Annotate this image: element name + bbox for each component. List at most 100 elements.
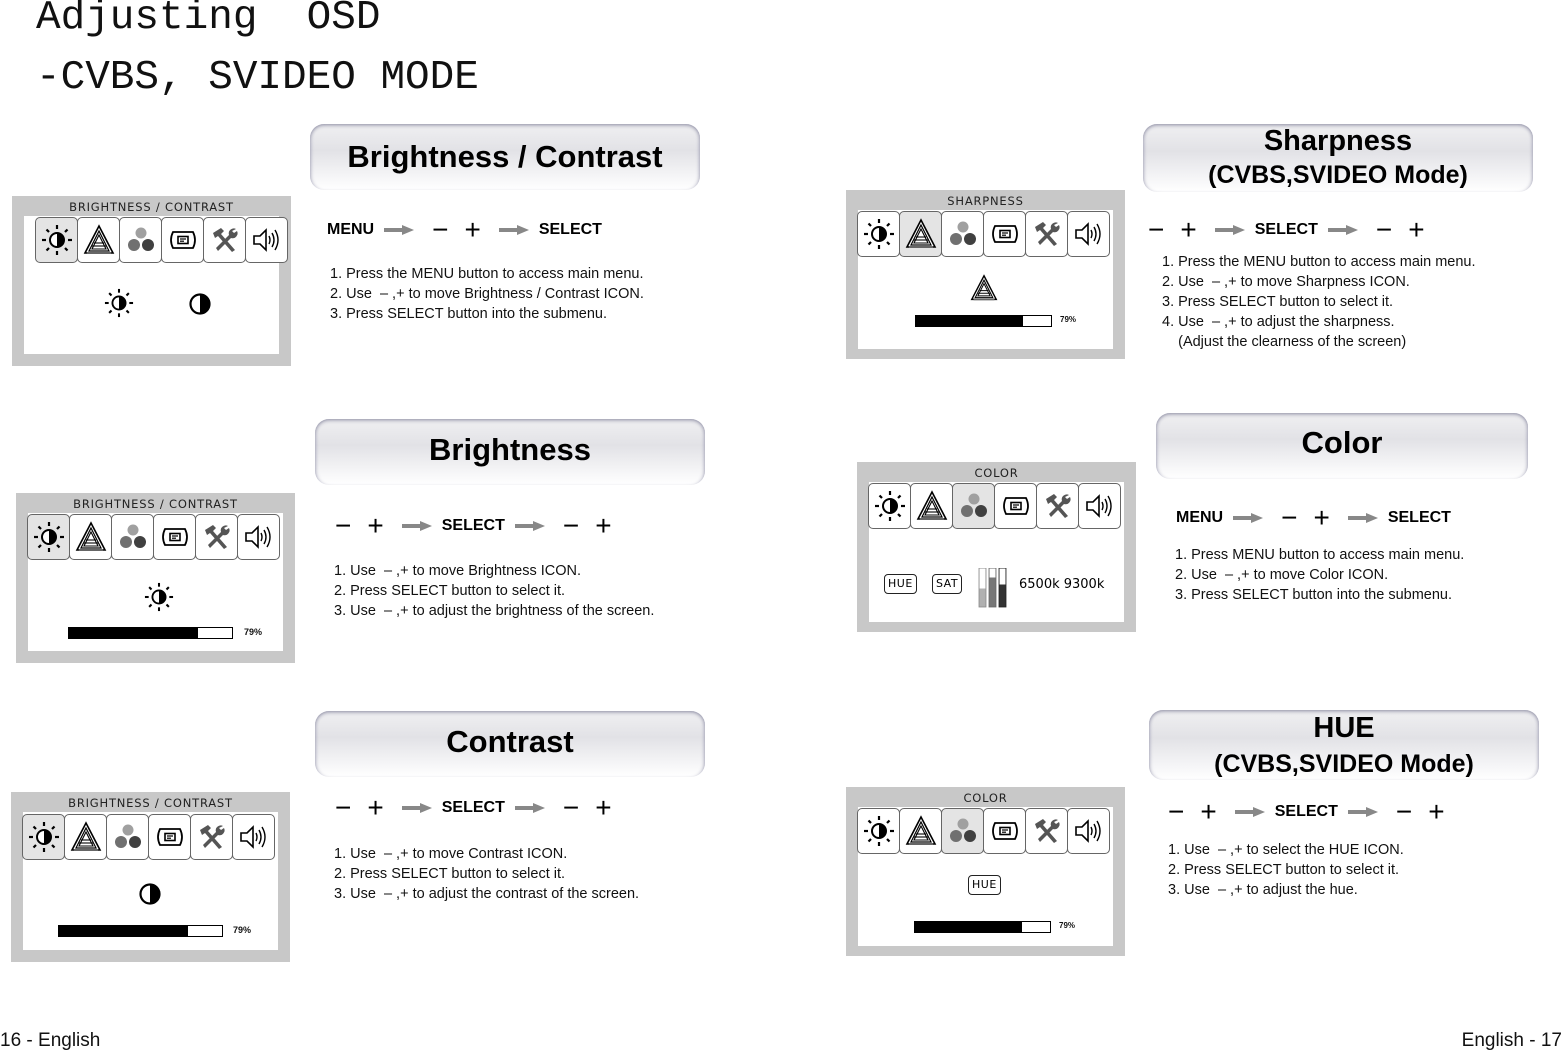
minus-button-label: − [1375, 214, 1393, 245]
osd-tab-color[interactable] [952, 483, 995, 529]
osd-tab-brightness-contrast[interactable] [35, 217, 78, 263]
plus-button-label: + [367, 510, 384, 541]
osd-tab-speaker[interactable] [232, 814, 275, 860]
sharpness-icon [905, 815, 937, 847]
osd-tab-color[interactable] [106, 814, 149, 860]
osd-tab-sharpness[interactable] [77, 217, 120, 263]
instruction-steps: 1. Use – ,+ to move Brightness ICON. 2. P… [334, 561, 654, 621]
osd-tab-tools[interactable] [195, 514, 238, 560]
osd-title: BRIGHTNESS / CONTRAST [68, 796, 233, 810]
minus-button-label: − [562, 510, 580, 541]
instruction-step: 4. Use – ,+ to adjust the sharpness. [1162, 314, 1395, 330]
tools-icon [1042, 490, 1074, 522]
osd-tab-brightness-contrast[interactable] [22, 814, 65, 860]
page-subtitle: -CVBS, SVIDEO MODE [36, 55, 479, 101]
instruction-step: 2. Press SELECT button to select it. [334, 866, 566, 882]
osd-tab-osd-position[interactable] [153, 514, 196, 560]
hue-level-bar[interactable] [914, 921, 1051, 933]
plus-button-label: + [464, 214, 481, 245]
osd-tab-brightness-contrast[interactable] [857, 808, 900, 854]
plus-button-label: + [595, 510, 612, 541]
plus-button-label: + [1313, 502, 1330, 533]
page-title: Adjusting OSD [36, 0, 381, 41]
hue-button[interactable]: HUE [884, 574, 917, 594]
button-flow: − + SELECT − + [1160, 796, 1453, 827]
osd-tab-speaker[interactable] [245, 217, 288, 263]
select-button-label: SELECT [538, 221, 602, 238]
speaker-icon [1073, 218, 1105, 250]
osd-tab-sharpness[interactable] [69, 514, 112, 560]
page-number-right: English - 17 [1461, 1030, 1562, 1051]
hue-button[interactable]: HUE [968, 875, 1001, 895]
button-flow: − + SELECT − + [327, 510, 620, 541]
osd-title: BRIGHTNESS / CONTRAST [69, 200, 234, 214]
arrow-right-icon [1233, 513, 1264, 523]
osd-tab-color[interactable] [111, 514, 154, 560]
contrast-icon [138, 882, 162, 906]
speaker-icon [1073, 815, 1105, 847]
osd-tab-tools[interactable] [203, 217, 246, 263]
osd-tab-osd-position[interactable] [161, 217, 204, 263]
osd-tab-osd-position[interactable] [148, 814, 191, 860]
arrow-right-icon [401, 521, 432, 531]
instruction-step: 1. Press the MENU button to access main … [330, 266, 644, 282]
sharpness-level-bar[interactable] [915, 315, 1052, 327]
bar-fill [59, 926, 188, 936]
color-icon [947, 815, 979, 847]
osd-tab-osd-position[interactable] [983, 808, 1026, 854]
instruction-step: 3. Press SELECT button into the submenu. [1175, 587, 1453, 603]
osd-tab-color[interactable] [941, 211, 984, 257]
instruction-step: 3. Use – ,+ to adjust the contrast of th… [334, 886, 640, 902]
instruction-steps: 1. Use – ,+ to select the HUE ICON. 2. Pr… [1168, 840, 1404, 900]
osd-tab-tools[interactable] [1025, 808, 1068, 854]
plus-button-label: + [1200, 796, 1217, 827]
osd-title: COLOR [963, 791, 1008, 805]
brightness-level-bar[interactable] [68, 627, 233, 639]
arrow-right-icon [1214, 225, 1245, 235]
plus-button-label: + [595, 792, 612, 823]
instruction-step: 1. Press the MENU button to access main … [1162, 254, 1476, 270]
arrow-right-icon [1234, 807, 1265, 817]
bar-fill [69, 628, 198, 638]
osd-tab-sharpness[interactable] [910, 483, 953, 529]
sat-button[interactable]: SAT [932, 574, 963, 594]
osd-tab-brightness-contrast[interactable] [27, 514, 70, 560]
osd-tab-tools[interactable] [1025, 211, 1068, 257]
banner-title: HUE [1313, 712, 1375, 744]
select-button-label: SELECT [1254, 221, 1318, 238]
osd-tab-speaker[interactable] [237, 514, 280, 560]
osd-tab-sharpness[interactable] [899, 211, 942, 257]
instruction-step: 1. Press MENU button to access main menu… [1175, 547, 1465, 563]
osd-position-icon [989, 815, 1021, 847]
osd-tab-brightness-contrast[interactable] [868, 483, 911, 529]
osd-color: COLOR HUE SAT 6500k 9300k [857, 462, 1136, 632]
banner-subtitle: (CVBS,SVIDEO Mode) [1214, 750, 1474, 778]
color-temperature-options[interactable]: 6500k 9300k [1019, 577, 1104, 592]
button-flow: MENU − + SELECT [327, 214, 602, 245]
osd-tab-tools[interactable] [190, 814, 233, 860]
plus-button-label: + [1408, 214, 1425, 245]
instruction-step: 3. Press SELECT button into the submenu. [330, 306, 608, 322]
contrast-level-bar[interactable] [58, 925, 223, 937]
arrow-right-icon [514, 521, 545, 531]
osd-tab-sharpness[interactable] [64, 814, 107, 860]
plus-button-label: + [1428, 796, 1445, 827]
brightness-contrast-icon [104, 288, 134, 318]
osd-tab-sharpness[interactable] [899, 808, 942, 854]
osd-tab-color[interactable] [119, 217, 162, 263]
osd-icon-row [857, 808, 1110, 854]
osd-tab-speaker[interactable] [1078, 483, 1121, 529]
osd-tab-speaker[interactable] [1067, 808, 1110, 854]
select-button-label: SELECT [441, 799, 505, 816]
osd-tab-speaker[interactable] [1067, 211, 1110, 257]
color-icon [112, 821, 144, 853]
osd-tab-tools[interactable] [1036, 483, 1079, 529]
color-icon [947, 218, 979, 250]
osd-brightness: BRIGHTNESS / CONTRAST 79% [16, 493, 295, 663]
osd-tab-osd-position[interactable] [983, 211, 1026, 257]
osd-tab-brightness-contrast[interactable] [857, 211, 900, 257]
banner-title: Sharpness [1263, 125, 1413, 157]
osd-tab-color[interactable] [941, 808, 984, 854]
osd-tab-osd-position[interactable] [994, 483, 1037, 529]
instruction-step: 1. Use – ,+ to select the HUE ICON. [1168, 842, 1404, 858]
